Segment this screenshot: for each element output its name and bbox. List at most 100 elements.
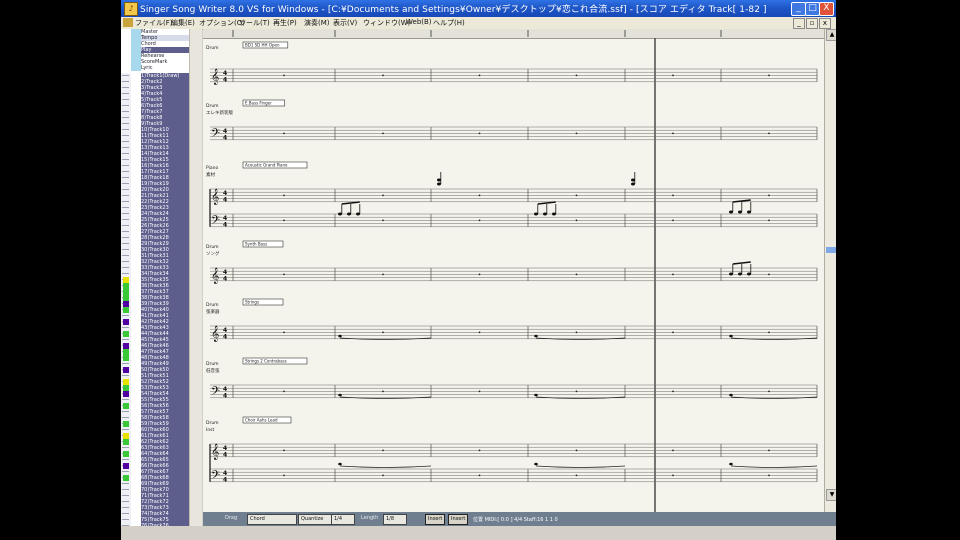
instrument-name: E.Bass Finger xyxy=(245,101,272,106)
menu-help[interactable]: ヘルプ(H) xyxy=(433,18,465,28)
rest-mark xyxy=(283,194,285,197)
rest-mark xyxy=(382,474,384,477)
rest-mark xyxy=(672,390,674,393)
mdi-close-button[interactable]: x xyxy=(819,18,831,29)
menu-playback[interactable]: 再生(P) xyxy=(273,18,297,28)
rest-mark xyxy=(768,474,770,477)
scroll-thumb[interactable] xyxy=(826,247,836,253)
instrument-name: Acoustic Grand Piano xyxy=(245,163,288,168)
clef-symbol: 𝄢 xyxy=(211,469,220,485)
system-label: Drum xyxy=(206,302,219,308)
rest-mark xyxy=(768,390,770,393)
mode-label: Drag xyxy=(225,515,238,521)
rest-mark xyxy=(478,474,481,477)
mdi-restore-button[interactable]: ▫ xyxy=(806,18,818,29)
app-icon[interactable]: ♪ xyxy=(124,2,138,16)
rest-mark xyxy=(672,194,674,197)
position-info: 位置 MIDI:[ 0:0 ] 4/4 Staff:16 1 1 0 xyxy=(473,517,558,523)
title-bar[interactable]: ♪ Singer Song Writer 8.0 VS for Windows … xyxy=(121,0,836,17)
score-canvas[interactable]: DrumBD1 SD HH Open𝄞 44Drumエレキ新装版E.Bass Fi… xyxy=(203,29,824,512)
quantize-value[interactable]: 1/4 xyxy=(331,514,355,525)
note-head xyxy=(338,212,342,216)
rest-mark xyxy=(478,219,481,222)
rest-mark xyxy=(768,449,770,452)
rest-mark xyxy=(382,219,384,222)
length-label: Length xyxy=(361,515,379,521)
rest-mark xyxy=(382,331,384,334)
rest-mark xyxy=(283,390,285,393)
time-signature: 4 xyxy=(223,477,227,484)
window-title: Singer Song Writer 8.0 VS for Windows - … xyxy=(140,5,767,15)
rest-mark xyxy=(575,390,578,393)
rest-mark xyxy=(768,219,770,222)
system-label: Drum xyxy=(206,361,219,367)
track-name: Lyric xyxy=(141,65,189,71)
staff-name: 低音弦 xyxy=(206,367,220,374)
instrument-name: Choir Aahs Lead xyxy=(245,418,278,423)
mdi-minimize-button[interactable]: _ xyxy=(793,18,805,29)
clef-symbol: 𝄞 xyxy=(211,69,219,85)
track-type-cell xyxy=(131,65,141,71)
note-head xyxy=(347,212,351,216)
system-label: Drum xyxy=(206,45,219,51)
clef-symbol: 𝄞 xyxy=(211,444,219,460)
rest-mark xyxy=(478,331,481,334)
maximize-button[interactable]: □ xyxy=(805,2,820,16)
length-value[interactable]: 1/8 xyxy=(383,514,407,525)
mode-select[interactable]: Chord xyxy=(247,514,297,525)
note-head xyxy=(729,334,733,338)
time-signature: 4 xyxy=(223,452,227,459)
rest-mark xyxy=(283,132,285,135)
scroll-up-arrow[interactable]: ▲ xyxy=(826,29,836,41)
insert-button[interactable]: Insert xyxy=(425,514,446,525)
system-label: Drum xyxy=(206,103,219,109)
rest-mark xyxy=(672,132,674,135)
rest-mark xyxy=(768,273,770,276)
rest-mark xyxy=(672,273,674,276)
rest-mark xyxy=(382,449,384,452)
clef-symbol: 𝄞 xyxy=(211,326,219,342)
instrument-name: Strings xyxy=(245,300,259,305)
clef-symbol: 𝄞 xyxy=(211,268,219,284)
menu-edit[interactable]: 編集(E) xyxy=(171,18,195,28)
rest-mark xyxy=(478,74,481,77)
rest-mark xyxy=(382,132,384,135)
scroll-down-arrow[interactable]: ▼ xyxy=(826,489,836,501)
menu-view[interactable]: 表示(V) xyxy=(333,18,357,28)
system-label: Drum xyxy=(206,244,219,250)
tie-curve xyxy=(535,465,626,468)
replace-button[interactable]: Insert xyxy=(448,514,469,525)
time-signature: 4 xyxy=(223,77,227,84)
score-editor[interactable]: Drum BD1 SD HH Open 𝄞 4 4 Drum エレキ新装版 E.Bass Fi… xyxy=(203,29,824,512)
rest-mark xyxy=(283,449,285,452)
minimize-button[interactable]: _ xyxy=(791,2,806,16)
rest-mark xyxy=(575,194,578,197)
note-head xyxy=(729,462,733,466)
document-icon[interactable] xyxy=(123,18,133,27)
staff-name: Inst xyxy=(206,427,215,433)
rest-mark xyxy=(575,74,578,77)
menu-performance[interactable]: 演奏(M) xyxy=(304,18,330,28)
rest-mark xyxy=(768,74,770,77)
rest-mark xyxy=(283,273,285,276)
rest-mark xyxy=(672,449,674,452)
rest-mark xyxy=(382,390,384,393)
menu-web[interactable]: Web(B) xyxy=(406,18,432,26)
note-beam xyxy=(537,201,556,205)
menu-window[interactable]: ウィンドウ(W) xyxy=(363,18,410,28)
rest-mark xyxy=(575,449,578,452)
note-head xyxy=(437,178,441,182)
rest-mark xyxy=(478,194,481,197)
rest-mark xyxy=(768,331,770,334)
close-button[interactable]: X xyxy=(819,2,834,16)
menu-tools[interactable]: ツール(T) xyxy=(239,18,270,28)
vertical-scrollbar[interactable]: ▲ ▼ xyxy=(824,29,836,512)
staff-name: 弦楽器 xyxy=(206,308,220,315)
rest-mark xyxy=(768,132,770,135)
rest-mark xyxy=(478,390,481,393)
tracklist-scrollbar[interactable] xyxy=(189,29,202,526)
tie-curve xyxy=(730,465,818,468)
quantize-field[interactable]: Quantize xyxy=(298,514,332,525)
note-beam xyxy=(341,201,360,205)
menu-file[interactable]: ファイル(F) xyxy=(135,18,173,28)
